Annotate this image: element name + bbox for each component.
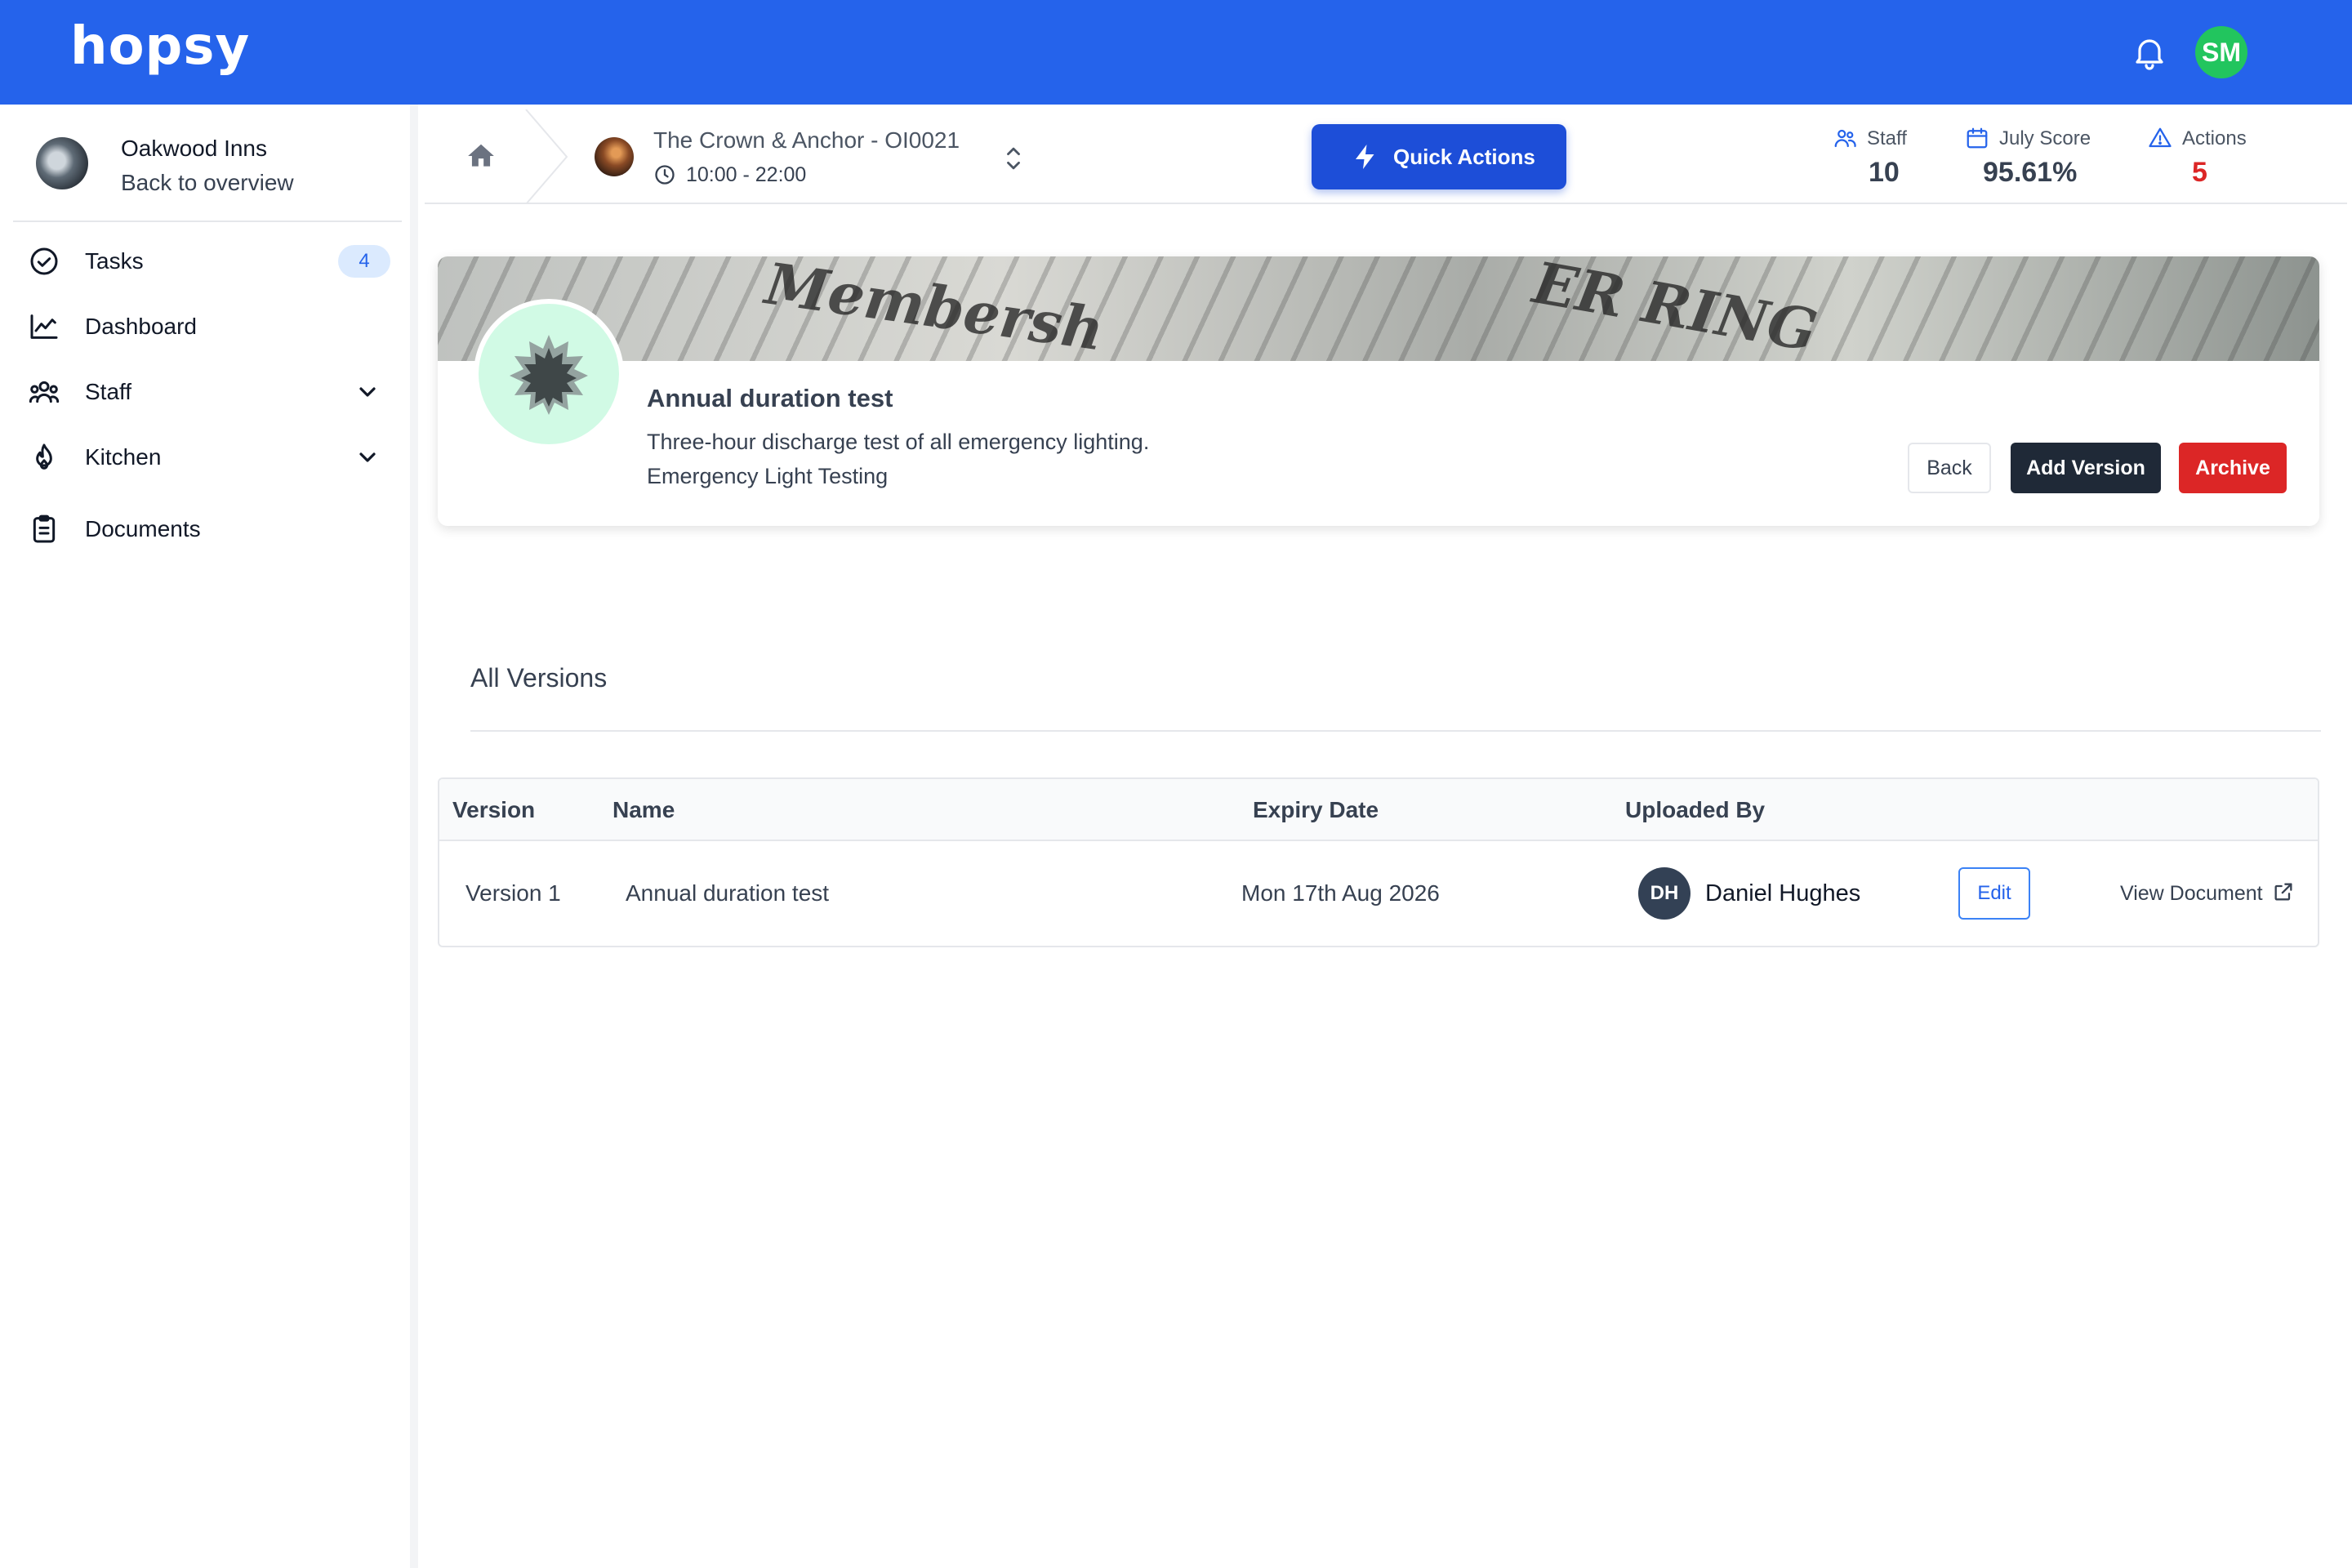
sidebar-item-label: Kitchen (85, 444, 162, 470)
edit-button[interactable]: Edit (1958, 867, 2030, 920)
site-switcher-icon[interactable] (1003, 144, 1024, 173)
sidebar-item-label: Dashboard (85, 314, 197, 339)
clock-icon (655, 165, 675, 185)
site-avatar (595, 137, 634, 176)
home-icon[interactable] (466, 140, 497, 172)
sidebar-item-label: Staff (85, 379, 132, 404)
cell-name: Annual duration test (626, 880, 830, 906)
view-document-link[interactable]: View Document (2120, 882, 2263, 906)
sidebar-item-kitchen[interactable]: Kitchen (26, 433, 392, 479)
column-header-name: Name (612, 797, 675, 822)
add-version-button[interactable]: Add Version (2011, 443, 2161, 493)
column-header-expiry-date: Expiry Date (1253, 797, 1379, 822)
table-header: Version Name Expiry Date Uploaded By (439, 779, 2318, 841)
document-avatar-bg (479, 304, 619, 444)
chevron-down-icon[interactable] (354, 379, 381, 405)
document-avatar (474, 299, 624, 449)
stat-value: 5 (2192, 157, 2207, 188)
column-header-version: Version (452, 797, 536, 822)
uploader-avatar: DH (1638, 867, 1690, 920)
bell-icon[interactable] (2130, 33, 2169, 72)
users-icon (29, 381, 60, 403)
quick-actions-label: Quick Actions (1393, 145, 1535, 169)
chart-line-icon (30, 314, 58, 339)
check-circle-icon (30, 247, 58, 275)
document-title: Annual duration test (647, 384, 893, 412)
divider (470, 730, 2321, 732)
bolt-icon (1356, 145, 1374, 169)
sidebar-item-tasks[interactable]: Tasks 4 (26, 237, 392, 283)
tasks-count-badge: 4 (338, 245, 390, 278)
user-avatar[interactable]: SM (2195, 26, 2247, 78)
document-description: Three-hour discharge test of all emergen… (647, 430, 1150, 454)
document-banner-image: Membersh ER RING (438, 256, 2319, 365)
site-name[interactable]: The Crown & Anchor - OI0021 (653, 127, 960, 154)
warning-icon (2149, 127, 2172, 148)
cell-expiry-date: Mon 17th Aug 2026 (1241, 880, 1440, 906)
org-switcher[interactable]: Oakwood Inns Back to overview (13, 124, 402, 222)
versions-section-title: All Versions (470, 663, 608, 693)
stat-value: 10 (1869, 157, 1900, 188)
site-header: The Crown & Anchor - OI0021 10:00 - 22:0… (425, 109, 2347, 204)
archive-button[interactable]: Archive (2179, 443, 2287, 493)
sidebar-item-documents[interactable]: Documents (26, 505, 392, 550)
external-link-icon[interactable] (2272, 880, 2295, 903)
top-bar: hopsy SM (0, 0, 2352, 105)
badge-icon (510, 335, 588, 415)
quick-actions-button[interactable]: Quick Actions (1312, 124, 1566, 189)
stat-label: July Score (1999, 127, 2091, 149)
document-category: Emergency Light Testing (647, 464, 889, 488)
back-to-overview-link[interactable]: Back to overview (121, 170, 294, 196)
clipboard-icon (33, 514, 56, 543)
calendar-icon (1967, 127, 1988, 149)
column-header-uploaded-by: Uploaded By (1625, 797, 1766, 822)
document-card: Membersh ER RING Annual duration test Th… (438, 256, 2319, 526)
stat-label: Actions (2182, 127, 2247, 149)
versions-table: Version Name Expiry Date Uploaded By Ver… (438, 777, 2319, 947)
app-logo[interactable]: hopsy (70, 16, 250, 77)
stat-label: Staff (1867, 127, 1907, 149)
back-button[interactable]: Back (1908, 443, 1991, 493)
flame-icon (36, 443, 52, 470)
org-name: Oakwood Inns (121, 136, 267, 161)
stat-value: 95.61% (1983, 157, 2078, 188)
uploader-name: Daniel Hughes (1705, 880, 1861, 906)
sidebar-item-label: Tasks (85, 248, 144, 274)
sidebar-item-label: Documents (85, 516, 201, 541)
breadcrumb-separator (525, 109, 568, 204)
sidebar-item-dashboard[interactable]: Dashboard (26, 302, 392, 348)
sidebar: Oakwood Inns Back to overview Tasks 4 Da… (0, 105, 418, 1568)
cell-version: Version 1 (466, 880, 561, 906)
org-avatar (36, 137, 88, 189)
chevron-down-icon[interactable] (354, 444, 381, 470)
sidebar-item-staff[interactable]: Staff (26, 368, 392, 413)
users-icon (1834, 129, 1856, 148)
site-hours: 10:00 - 22:00 (686, 163, 807, 186)
